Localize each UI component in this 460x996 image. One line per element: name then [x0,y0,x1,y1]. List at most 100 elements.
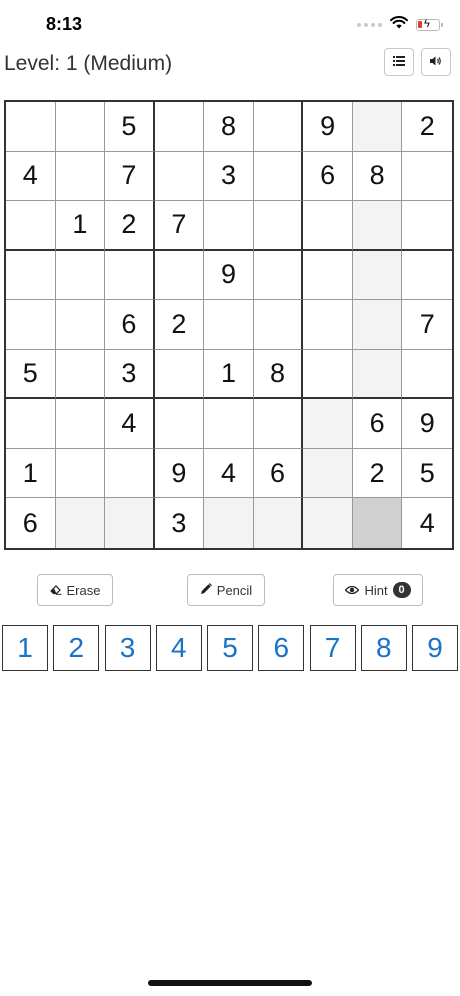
sudoku-cell[interactable]: 8 [352,151,403,202]
list-icon [393,53,405,71]
sudoku-cell[interactable] [55,300,106,350]
sudoku-cell[interactable] [253,151,304,202]
number-key-6[interactable]: 6 [258,625,305,671]
sudoku-cell[interactable]: 5 [6,349,56,400]
sudoku-cell[interactable]: 9 [303,102,353,152]
sudoku-cell[interactable] [253,399,304,449]
sudoku-cell[interactable]: 1 [204,349,254,400]
sudoku-cell[interactable]: 6 [303,151,353,202]
sudoku-cell[interactable]: 5 [402,448,452,499]
number-key-5[interactable]: 5 [207,625,253,671]
sudoku-cell[interactable] [55,102,106,152]
status-bar: 8:13 ϟ [0,0,460,48]
sudoku-cell[interactable] [6,300,56,350]
sudoku-cell[interactable]: 5 [105,102,155,152]
sudoku-cell[interactable] [253,498,304,548]
sudoku-cell[interactable] [303,300,353,350]
sudoku-cell[interactable]: 7 [154,201,205,251]
sudoku-cell[interactable]: 4 [105,399,155,449]
sudoku-cell[interactable] [154,250,205,301]
sudoku-cell[interactable] [6,201,56,251]
number-key-1[interactable]: 1 [2,625,48,671]
sudoku-cell[interactable] [6,399,56,449]
sudoku-cell[interactable]: 6 [105,300,155,350]
sudoku-cell[interactable]: 8 [204,102,254,152]
sudoku-cell[interactable] [303,250,353,301]
sudoku-cell[interactable]: 2 [402,102,452,152]
sudoku-cell[interactable] [303,448,353,499]
pencil-button[interactable]: Pencil [187,574,265,606]
home-indicator [148,980,312,986]
sudoku-cell[interactable] [55,498,106,548]
number-key-9[interactable]: 9 [412,625,458,671]
sudoku-cell[interactable] [154,151,205,202]
sudoku-cell[interactable]: 2 [105,201,155,251]
sudoku-cell[interactable] [6,102,56,152]
sudoku-cell[interactable]: 4 [402,498,452,548]
sudoku-cell[interactable] [55,448,106,499]
sudoku-cell[interactable] [352,349,403,400]
sudoku-cell[interactable] [352,498,403,548]
sudoku-cell[interactable] [204,201,254,251]
sudoku-cell[interactable] [303,349,353,400]
sudoku-cell[interactable]: 6 [6,498,56,548]
sudoku-cell[interactable] [154,102,205,152]
sudoku-cell[interactable]: 3 [204,151,254,202]
sudoku-cell[interactable] [352,300,403,350]
status-time: 8:13 [46,14,83,34]
number-key-3[interactable]: 3 [104,625,151,671]
sudoku-cell[interactable] [402,250,452,301]
erase-label: Erase [66,582,101,598]
sudoku-cell[interactable] [402,201,452,251]
sudoku-cell[interactable]: 2 [352,448,403,499]
sudoku-cell[interactable] [55,349,106,400]
sudoku-cell[interactable] [303,399,353,449]
sudoku-cell[interactable]: 1 [6,448,56,499]
erase-button[interactable]: Erase [37,574,113,606]
sudoku-cell[interactable]: 7 [105,151,155,202]
sudoku-cell[interactable]: 6 [253,448,304,499]
sudoku-cell[interactable] [253,250,304,301]
menu-button[interactable] [384,48,414,76]
sudoku-cell[interactable] [6,250,56,301]
number-key-2[interactable]: 2 [53,625,100,671]
sudoku-cell[interactable] [303,201,353,251]
sudoku-cell[interactable] [204,498,254,548]
sudoku-cell[interactable] [253,102,304,152]
sudoku-cell[interactable] [352,250,403,301]
sound-button[interactable] [421,48,451,76]
sudoku-cell[interactable]: 3 [154,498,205,548]
sudoku-cell[interactable]: 8 [253,349,304,400]
sudoku-cell[interactable]: 4 [6,151,56,202]
sudoku-cell[interactable] [253,300,304,350]
sudoku-cell[interactable]: 7 [402,300,452,350]
number-key-7[interactable]: 7 [309,625,356,671]
sudoku-cell[interactable] [55,399,106,449]
number-key-8[interactable]: 8 [360,625,407,671]
sudoku-cell[interactable] [55,151,106,202]
sudoku-cell[interactable] [402,151,452,202]
sudoku-cell[interactable]: 1 [55,201,106,251]
sudoku-cell[interactable] [154,349,205,400]
sudoku-cell[interactable] [352,201,403,251]
sudoku-cell[interactable] [204,399,254,449]
sudoku-cell[interactable] [253,201,304,251]
sudoku-cell[interactable]: 3 [105,349,155,400]
sudoku-cell[interactable] [303,498,353,548]
sudoku-cell[interactable] [154,399,205,449]
sudoku-cell[interactable] [105,448,155,499]
sudoku-cell[interactable] [55,250,106,301]
sudoku-cell[interactable]: 2 [154,300,205,350]
sudoku-cell[interactable]: 9 [204,250,254,301]
sudoku-cell[interactable]: 6 [352,399,403,449]
sudoku-cell[interactable] [105,250,155,301]
sudoku-cell[interactable]: 9 [402,399,452,449]
sudoku-cell[interactable] [105,498,155,548]
number-key-4[interactable]: 4 [155,625,202,671]
hint-button[interactable]: Hint 0 [333,574,423,606]
sudoku-cell[interactable]: 4 [204,448,254,499]
sudoku-cell[interactable] [204,300,254,350]
sudoku-cell[interactable] [402,349,452,400]
sudoku-cell[interactable] [352,102,403,152]
sudoku-cell[interactable]: 9 [154,448,205,499]
